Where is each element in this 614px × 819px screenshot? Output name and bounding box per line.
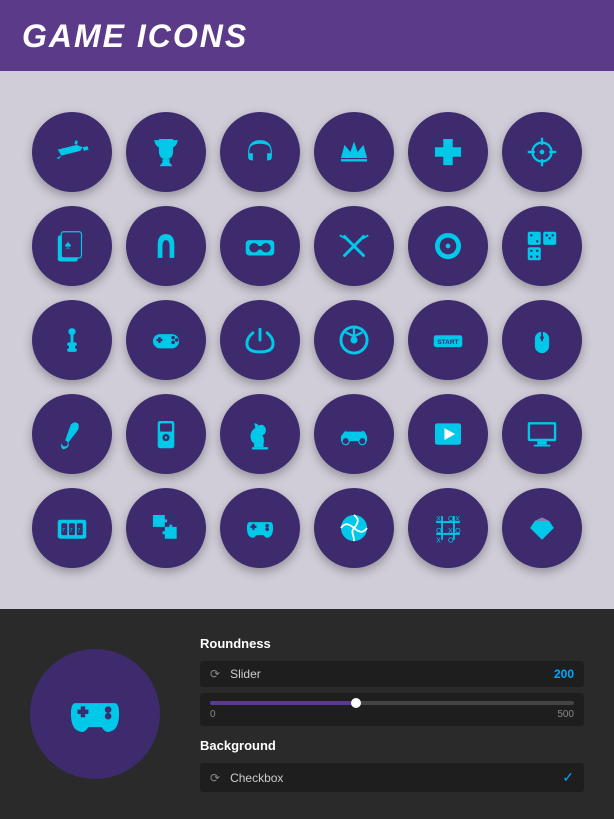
icon-mp3-player[interactable] [126,394,206,474]
bottom-panel: Roundness ⟳ Slider 200 0 500 Background … [0,609,614,819]
svg-text:7: 7 [70,528,73,534]
preview-icon-svg [60,679,130,749]
icon-dice[interactable] [502,206,582,286]
icon-joystick[interactable] [32,300,112,380]
svg-text:X: X [448,527,453,535]
icons-grid: ♠ [32,112,582,568]
icon-slot-machine[interactable]: 777 [32,488,112,568]
icon-start-button[interactable]: START [408,300,488,380]
icon-power-button[interactable] [220,300,300,380]
slider-max-label: 500 [557,709,574,720]
checkbox-label: Checkbox [230,771,552,785]
svg-text:O: O [455,527,461,535]
icon-ray-gun[interactable] [32,112,112,192]
icons-area: ♠ [0,71,614,609]
icon-play-button[interactable] [408,394,488,474]
icon-gamepad[interactable] [126,300,206,380]
checkbox-icon: ⟳ [210,771,220,785]
icon-steering-wheel[interactable] [314,300,394,380]
icon-guitar[interactable] [32,394,112,474]
slider-icon: ⟳ [210,667,220,681]
checkbox-checkmark[interactable]: ✓ [562,769,574,786]
svg-text:7: 7 [62,528,65,534]
icon-crosshair[interactable] [502,112,582,192]
svg-text:O: O [436,527,442,535]
icon-headphones[interactable] [220,112,300,192]
slider-label: Slider [230,667,534,681]
slider-track[interactable] [210,701,574,705]
page-title: GAME ICONS [22,18,592,55]
svg-text:X: X [455,515,460,523]
icon-beach-ball[interactable] [314,488,394,568]
svg-text:♠: ♠ [65,237,71,251]
icon-racing-car[interactable] [314,394,394,474]
icon-disc[interactable] [408,206,488,286]
icon-chess-knight[interactable] [220,394,300,474]
icon-tic-tac-toe[interactable]: XOXOXOXO [408,488,488,568]
slider-row: ⟳ Slider 200 [200,661,584,687]
icon-playing-cards[interactable]: ♠ [32,206,112,286]
icon-gem[interactable] [502,488,582,568]
header: GAME ICONS [0,0,614,71]
preview-icon-circle [30,649,160,779]
svg-text:X: X [436,536,441,544]
controls-panel: Roundness ⟳ Slider 200 0 500 Background … [200,636,584,792]
icon-vr-headset[interactable] [220,206,300,286]
slider-thumb[interactable] [351,698,361,708]
slider-container[interactable]: 0 500 [200,693,584,726]
icon-trophy[interactable] [126,112,206,192]
icon-horseshoe[interactable] [126,206,206,286]
icon-mouse[interactable] [502,300,582,380]
svg-text:O: O [448,536,454,544]
svg-text:O: O [448,515,454,523]
icon-puzzle[interactable] [126,488,206,568]
slider-labels: 0 500 [210,709,574,720]
icon-gamepad2[interactable] [220,488,300,568]
icon-monitor[interactable] [502,394,582,474]
svg-text:7: 7 [77,528,80,534]
svg-text:START: START [437,339,458,346]
main-container: GAME ICONS ♠ [0,0,614,819]
icon-dpad[interactable] [408,112,488,192]
slider-min-label: 0 [210,709,216,720]
checkbox-row[interactable]: ⟳ Checkbox ✓ [200,763,584,792]
icon-crown[interactable] [314,112,394,192]
slider-value: 200 [544,667,574,681]
background-section-title: Background [200,738,584,753]
icon-swords[interactable] [314,206,394,286]
slider-fill [210,701,356,705]
roundness-section-title: Roundness [200,636,584,651]
svg-text:X: X [436,515,441,523]
